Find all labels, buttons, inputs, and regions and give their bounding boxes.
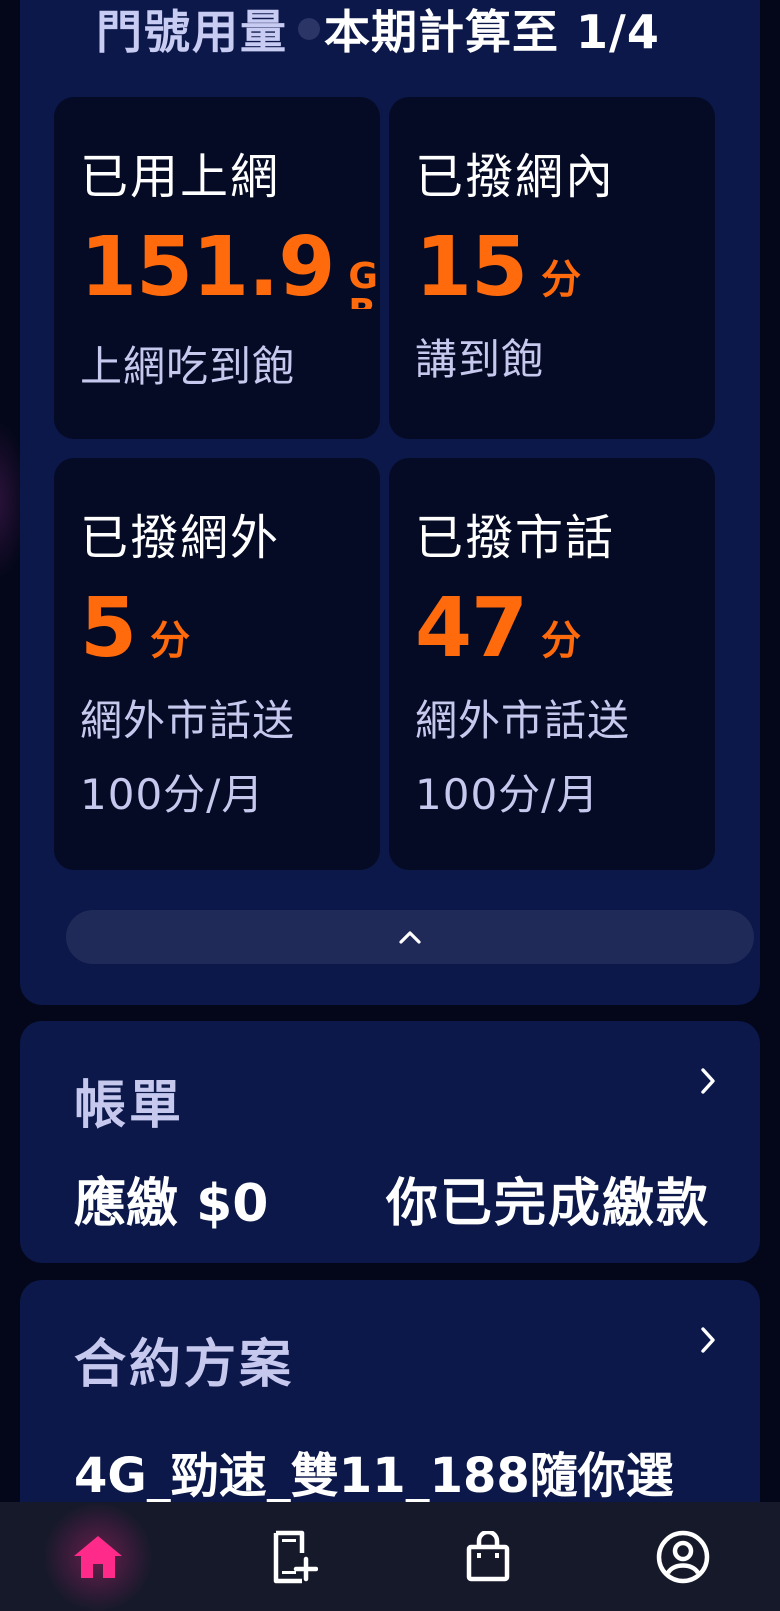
usage-period: 本期計算至 1/4 <box>324 5 660 59</box>
bill-card[interactable]: 帳單 應繳 $0 你已完成繳款 <box>20 1021 760 1263</box>
card-value-row: 5 分 <box>80 588 190 670</box>
home-icon <box>73 1535 122 1578</box>
card-note-line-2: 100分/月 <box>80 770 265 819</box>
card-note: 講到飽 <box>415 335 545 384</box>
card-label: 已撥網外 <box>80 510 281 566</box>
card-unit-g: G <box>348 256 378 297</box>
contract-title: 合約方案 <box>74 1335 295 1395</box>
bill-status: 你已完成繳款 <box>385 1174 710 1234</box>
card-value: 15 <box>415 220 528 315</box>
card-value-row: 151.9 G B <box>80 220 378 315</box>
app-screen: 門號用量 本期計算至 1/4 已用上網 151.9 G B 上網吃到飽 已撥網內… <box>0 0 780 1611</box>
card-unit-b: B <box>348 295 378 309</box>
card-note-line-1: 網外市話送 <box>80 696 296 745</box>
usage-card-landline[interactable]: 已撥市話 47 分 網外市話送 100分/月 <box>389 458 715 870</box>
bill-amount-due: 應繳 $0 <box>74 1174 269 1234</box>
nav-add-line[interactable] <box>233 1507 353 1607</box>
card-note: 上網吃到飽 <box>80 342 296 391</box>
card-unit: 分 <box>150 618 191 664</box>
card-value-row: 15 分 <box>415 227 581 309</box>
contract-plan-name: 4G_勁速_雙11_188隨你選 <box>74 1448 674 1504</box>
usage-card-data[interactable]: 已用上網 151.9 G B 上網吃到飽 <box>54 97 380 439</box>
collapse-button[interactable] <box>66 910 754 964</box>
chevron-up-icon <box>399 931 421 944</box>
usage-card-off-net[interactable]: 已撥網外 5 分 網外市話送 100分/月 <box>54 458 380 870</box>
card-value: 5 <box>80 581 137 676</box>
card-value: 151.9 <box>80 220 335 315</box>
shopping-bag-icon <box>466 1530 509 1581</box>
card-unit: G B <box>348 256 378 310</box>
card-note-line-2: 100分/月 <box>415 770 600 819</box>
contract-card[interactable]: 合約方案 4G_勁速_雙11_188隨你選 <box>20 1280 760 1540</box>
card-value: 47 <box>415 581 528 676</box>
card-unit: 分 <box>541 618 582 664</box>
usage-header: 門號用量 本期計算至 1/4 <box>96 0 660 60</box>
nav-home[interactable] <box>38 1501 158 1611</box>
usage-title: 門號用量 <box>96 5 288 59</box>
account-icon <box>656 1530 709 1583</box>
nav-account[interactable] <box>623 1507 743 1607</box>
chevron-right-icon[interactable] <box>698 1065 718 1097</box>
card-value-row: 47 分 <box>415 588 581 670</box>
bottom-nav <box>0 1501 780 1611</box>
refresh-icon[interactable] <box>298 18 320 40</box>
card-label: 已撥市話 <box>415 510 616 566</box>
card-note-line-1: 網外市話送 <box>415 696 631 745</box>
card-label: 已用上網 <box>80 149 281 205</box>
sim-add-icon <box>273 1530 318 1583</box>
nav-shop[interactable] <box>428 1507 548 1607</box>
usage-panel: 門號用量 本期計算至 1/4 已用上網 151.9 G B 上網吃到飽 已撥網內… <box>20 0 760 1005</box>
usage-card-on-net[interactable]: 已撥網內 15 分 講到飽 <box>389 97 715 439</box>
chevron-right-icon[interactable] <box>698 1324 718 1356</box>
card-unit: 分 <box>541 257 582 303</box>
bill-title: 帳單 <box>74 1076 185 1136</box>
card-label: 已撥網內 <box>415 149 616 205</box>
